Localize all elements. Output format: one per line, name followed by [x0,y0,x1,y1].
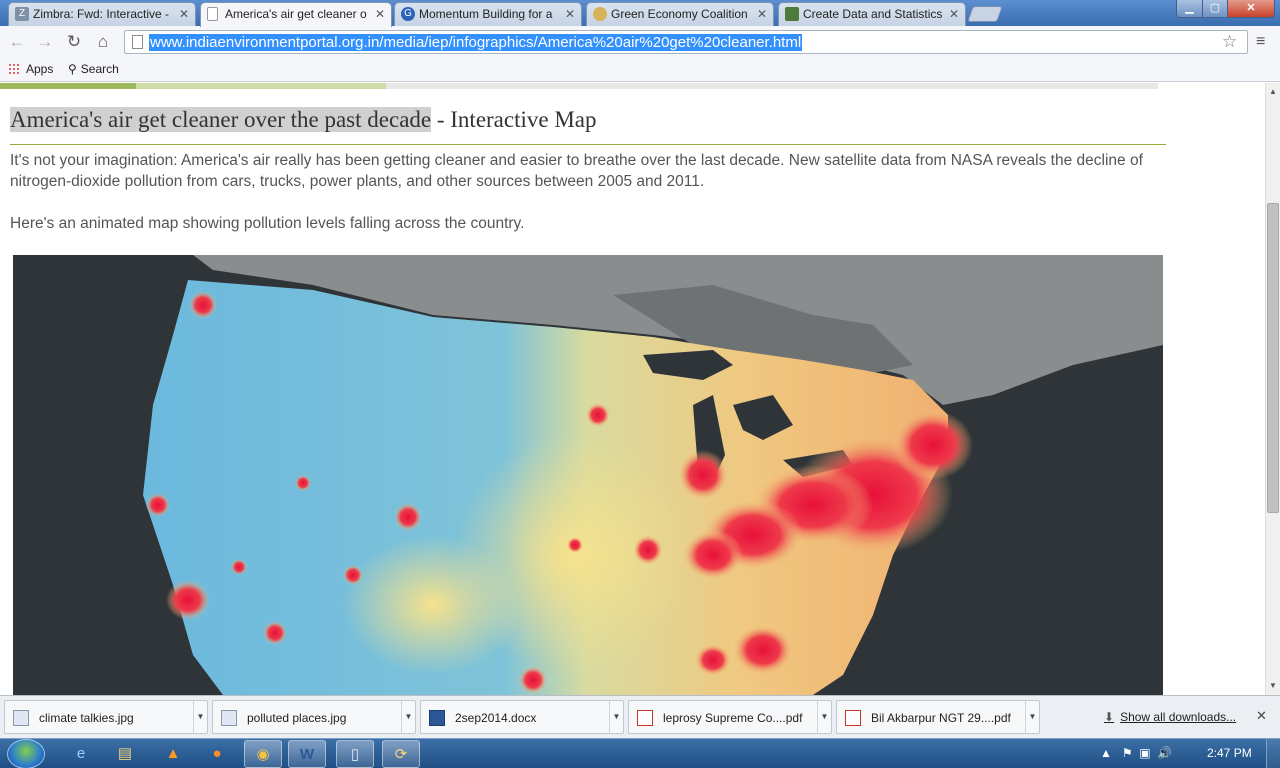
show-all-downloads-link[interactable]: ⬇ Show all downloads... [1104,710,1236,724]
menu-icon[interactable]: ≡ [1256,33,1265,51]
tab-title: Zimbra: Fwd: Interactive - [33,7,170,21]
tab-green-economy[interactable]: Green Economy Coalition ✕ [586,2,774,26]
word-icon[interactable]: W [288,740,326,768]
clock[interactable]: 2:47 PM [1207,746,1252,760]
page-content: America's air get cleaner over the past … [0,83,1265,695]
close-tab-icon[interactable]: ✕ [757,3,767,25]
download-item[interactable]: 2sep2014.docx ▼ [420,700,624,734]
chrome-icon[interactable]: ◉ [244,740,282,768]
pollution-map-image [13,255,1163,695]
internet-explorer-icon[interactable]: e [62,740,100,768]
download-menu-button[interactable]: ▼ [401,701,415,733]
new-tab-button[interactable] [967,6,1003,22]
download-item[interactable]: climate talkies.jpg ▼ [4,700,208,734]
file-explorer-icon[interactable]: ▤ [106,740,144,768]
word-doc-icon [429,710,445,726]
scroll-up-icon[interactable]: ▲ [1269,87,1277,96]
pollution-map[interactable] [13,255,1163,695]
apps-bookmark[interactable]: Apps [8,62,53,76]
firefox-icon[interactable]: ● [198,740,236,768]
site-nav-strip [0,83,1158,89]
data-icon [785,7,799,21]
tab-create-data[interactable]: Create Data and Statistics ✕ [778,2,966,26]
tab-title: Momentum Building for a [419,7,553,21]
download-menu-button[interactable]: ▼ [609,701,623,733]
gec-icon [593,7,607,21]
back-button[interactable]: ← [6,32,28,54]
url-text[interactable]: www.indiaenvironmentportal.org.in/media/… [149,34,803,51]
close-download-shelf-icon[interactable]: ✕ [1256,708,1267,724]
download-menu-button[interactable]: ▼ [1025,701,1039,733]
tab-title: America's air get cleaner o [225,7,367,21]
search-bookmark[interactable]: ⚲ Search [68,62,119,76]
windows-taskbar: e ▤ ▲ ● ◉ W ▯ ⟳ ▲ ⚑ ▣ 🔊 2:47 PM [0,738,1280,768]
notepad-icon[interactable]: ▯ [336,740,374,768]
page-scrollbar[interactable]: ▲ ▼ [1265,83,1280,695]
network-app-icon[interactable]: ⟳ [382,740,420,768]
maximize-button[interactable]: ▢ [1202,0,1228,18]
tab-title: Green Economy Coalition [611,7,748,21]
close-tab-icon[interactable]: ✕ [949,3,959,25]
download-shelf: climate talkies.jpg ▼ polluted places.jp… [0,695,1280,738]
download-item[interactable]: leprosy Supreme Co....pdf ▼ [628,700,832,734]
minimize-button[interactable]: ▁ [1176,0,1203,18]
apps-grid-icon [8,63,20,75]
close-tab-icon[interactable]: ✕ [179,3,189,25]
reload-button[interactable]: ↻ [63,32,85,54]
download-item[interactable]: polluted places.jpg ▼ [212,700,416,734]
page-icon [207,7,218,21]
intro-paragraph: It's not your imagination: America's air… [10,152,1143,190]
bookmark-star-icon[interactable]: ☆ [1222,32,1237,52]
system-tray[interactable]: ▲ ⚑ ▣ 🔊 [1100,746,1172,760]
image-file-icon [13,710,29,726]
download-menu-button[interactable]: ▼ [193,701,207,733]
pdf-file-icon [637,710,653,726]
tab-zimbra[interactable]: Z Zimbra: Fwd: Interactive - ✕ [8,2,196,26]
scrollbar-thumb[interactable] [1267,203,1279,513]
title-divider [10,144,1166,145]
download-menu-button[interactable]: ▼ [817,701,831,733]
home-button[interactable]: ⌂ [92,32,114,54]
start-button[interactable] [7,739,45,768]
download-arrow-icon: ⬇ [1104,710,1115,724]
scroll-down-icon[interactable]: ▼ [1269,681,1277,690]
page-title: America's air get cleaner over the past … [10,107,597,132]
globe-icon: G [401,7,415,21]
pdf-file-icon [845,710,861,726]
address-bar[interactable]: www.indiaenvironmentportal.org.in/media/… [124,30,1248,54]
close-tab-icon[interactable]: ✕ [565,3,575,25]
close-window-button[interactable]: ✕ [1227,0,1275,18]
tab-title: Create Data and Statistics [803,7,943,21]
zimbra-icon: Z [15,7,29,21]
search-icon: ⚲ [68,62,77,76]
forward-button[interactable]: → [34,32,56,54]
map-caption: Here's an animated map showing pollution… [10,215,525,232]
vlc-icon[interactable]: ▲ [154,740,192,768]
tab-momentum[interactable]: G Momentum Building for a ✕ [394,2,582,26]
tab-america-air[interactable]: America's air get cleaner o ✕ [200,2,392,27]
download-item[interactable]: Bil Akbarpur NGT 29....pdf ▼ [836,700,1040,734]
page-icon [132,35,143,49]
bookmarks-bar: Apps ⚲ Search [0,58,1280,82]
show-desktop-button[interactable] [1266,739,1280,768]
image-file-icon [221,710,237,726]
close-tab-icon[interactable]: ✕ [375,3,385,25]
tab-strip: Z Zimbra: Fwd: Interactive - ✕ America's… [0,0,1280,27]
